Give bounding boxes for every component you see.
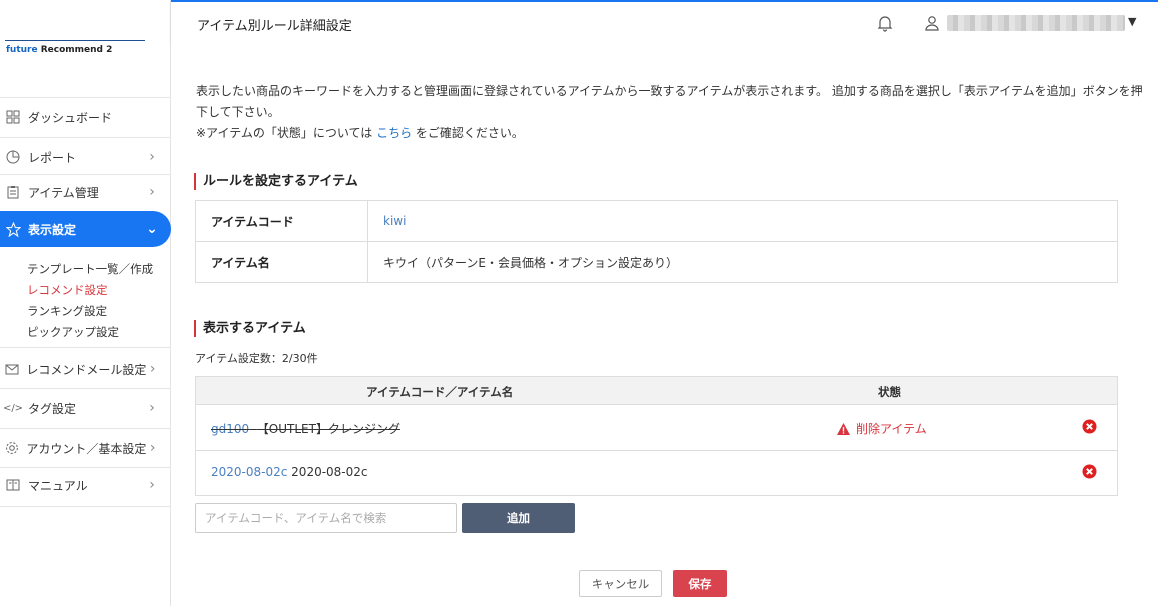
item-count: アイテム設定数：2/30件 bbox=[195, 352, 318, 365]
item-code-link[interactable]: 2020-08-02c bbox=[211, 465, 287, 479]
sidebar-item-label: アイテム管理 bbox=[28, 185, 99, 200]
item-name: 【OUTLET】クレンジング bbox=[256, 422, 400, 436]
rule-item-table: アイテムコード kiwi アイテム名 キウイ（パターンE・会員価格・オプション設… bbox=[195, 200, 1118, 283]
sub-item-templates[interactable]: テンプレート一覧／作成 bbox=[27, 261, 153, 277]
sidebar-item-label: 表示設定 bbox=[28, 222, 77, 237]
chevron-right-icon: › bbox=[149, 440, 156, 456]
code-icon: </> bbox=[2, 402, 24, 414]
sidebar-item-label: タグ設定 bbox=[28, 401, 77, 416]
delete-icon[interactable] bbox=[1082, 419, 1097, 434]
display-item-table: アイテムコード／アイテム名 状態 gd100 【OUTLET】クレンジング 削除… bbox=[195, 376, 1118, 496]
sidebar-item-account[interactable]: アカウント／基本設定 › bbox=[0, 430, 171, 466]
sidebar-item-label: ダッシュボード bbox=[28, 110, 113, 125]
nav-divider bbox=[0, 388, 171, 389]
nav-divider bbox=[0, 428, 171, 429]
item-search-input[interactable] bbox=[195, 503, 457, 533]
sidebar-item-label: アカウント／基本設定 bbox=[26, 441, 147, 456]
sidebar-item-tags[interactable]: </> タグ設定 › bbox=[0, 390, 171, 426]
table-header: アイテムコード／アイテム名 状態 bbox=[196, 377, 1117, 405]
mail-icon bbox=[5, 361, 19, 377]
column-header-status: 状態 bbox=[878, 385, 901, 399]
star-icon bbox=[5, 221, 21, 237]
item-cell: gd100 【OUTLET】クレンジング bbox=[211, 420, 400, 437]
bell-icon[interactable] bbox=[877, 14, 893, 32]
nav-divider bbox=[0, 506, 171, 507]
chevron-right-icon: › bbox=[149, 400, 155, 416]
item-name-label: アイテム名 bbox=[196, 242, 368, 283]
item-code-link[interactable]: gd100 bbox=[211, 422, 249, 436]
sidebar-item-label: レコメンドメール設定 bbox=[26, 362, 147, 377]
table-row: 2020-08-02c 2020-08-02c bbox=[196, 451, 1117, 496]
chevron-right-icon: › bbox=[149, 184, 155, 200]
user-name[interactable] bbox=[947, 15, 1125, 31]
logo-divider bbox=[5, 40, 145, 41]
item-name: 2020-08-02c bbox=[291, 465, 368, 479]
rule-section-title: ルールを設定するアイテム bbox=[194, 173, 358, 190]
sidebar-item-display-settings[interactable]: 表示設定 ⌄ bbox=[0, 211, 171, 247]
chevron-right-icon: › bbox=[149, 361, 156, 377]
sidebar-item-mail[interactable]: レコメンドメール設定 › bbox=[0, 351, 171, 387]
sidebar-item-label: レポート bbox=[28, 150, 77, 165]
sub-item-recommend[interactable]: レコメンド設定 bbox=[27, 282, 108, 298]
gear-icon bbox=[5, 440, 19, 456]
description-line: 下して下さい。 bbox=[196, 105, 280, 119]
main-content: 表示したい商品のキーワードを入力すると管理画面に登録されているアイテムから一致す… bbox=[171, 45, 1158, 606]
nav-divider bbox=[0, 97, 171, 98]
warning-icon bbox=[837, 422, 850, 435]
table-row: アイテム名 キウイ（パターンE・会員価格・オプション設定あり） bbox=[196, 242, 1117, 283]
book-icon bbox=[5, 477, 21, 493]
item-cell: 2020-08-02c 2020-08-02c bbox=[211, 465, 368, 479]
chart-icon bbox=[5, 149, 21, 165]
delete-icon[interactable] bbox=[1082, 464, 1097, 479]
display-section-title: 表示するアイテム bbox=[194, 320, 306, 337]
sidebar-item-manual[interactable]: マニュアル › bbox=[0, 467, 171, 503]
chevron-down-icon: ⌄ bbox=[146, 221, 158, 237]
user-icon[interactable] bbox=[924, 15, 940, 31]
description-line: 表示したい商品のキーワードを入力すると管理画面に登録されているアイテムから一致す… bbox=[196, 84, 1143, 98]
save-button[interactable]: 保存 bbox=[673, 570, 727, 597]
chevron-right-icon: › bbox=[149, 477, 155, 493]
app-logo[interactable]: future Recommend 2 bbox=[6, 45, 112, 55]
nav-divider bbox=[0, 137, 171, 138]
page-title: アイテム別ルール詳細設定 bbox=[197, 19, 352, 34]
item-code-value: kiwi bbox=[383, 214, 407, 228]
item-code-label: アイテムコード bbox=[196, 201, 368, 241]
add-button[interactable]: 追加 bbox=[462, 503, 575, 533]
status-help-link[interactable]: こちら bbox=[376, 126, 412, 140]
clipboard-icon bbox=[5, 184, 21, 200]
column-header-code-name: アイテムコード／アイテム名 bbox=[366, 385, 514, 399]
sub-item-ranking[interactable]: ランキング設定 bbox=[27, 303, 107, 319]
caret-down-icon[interactable]: ▼ bbox=[1128, 15, 1136, 28]
description: 表示したい商品のキーワードを入力すると管理画面に登録されているアイテムから一致す… bbox=[196, 81, 1146, 144]
chevron-right-icon: › bbox=[149, 149, 155, 165]
table-row: gd100 【OUTLET】クレンジング 削除アイテム bbox=[196, 406, 1117, 451]
sidebar: future Recommend 2 ダッシュボード レポート › アイテム管理… bbox=[0, 0, 171, 606]
sidebar-item-label: マニュアル bbox=[28, 478, 88, 493]
cancel-button[interactable]: キャンセル bbox=[579, 570, 662, 597]
top-bar: アイテム別ルール詳細設定 ▼ bbox=[171, 0, 1158, 45]
sidebar-item-dashboard[interactable]: ダッシュボード bbox=[0, 99, 171, 135]
nav-divider bbox=[0, 347, 171, 348]
sidebar-item-report[interactable]: レポート › bbox=[0, 139, 171, 175]
status-badge: 削除アイテム bbox=[836, 420, 927, 437]
status-note: ※アイテムの「状態」については こちら をご確認ください。 bbox=[196, 126, 524, 140]
sidebar-item-items[interactable]: アイテム管理 › bbox=[0, 174, 171, 210]
dashboard-icon bbox=[5, 109, 21, 125]
sub-item-pickup[interactable]: ピックアップ設定 bbox=[27, 324, 119, 340]
table-row: アイテムコード kiwi bbox=[196, 201, 1117, 242]
item-name-value: キウイ（パターンE・会員価格・オプション設定あり） bbox=[383, 256, 678, 270]
